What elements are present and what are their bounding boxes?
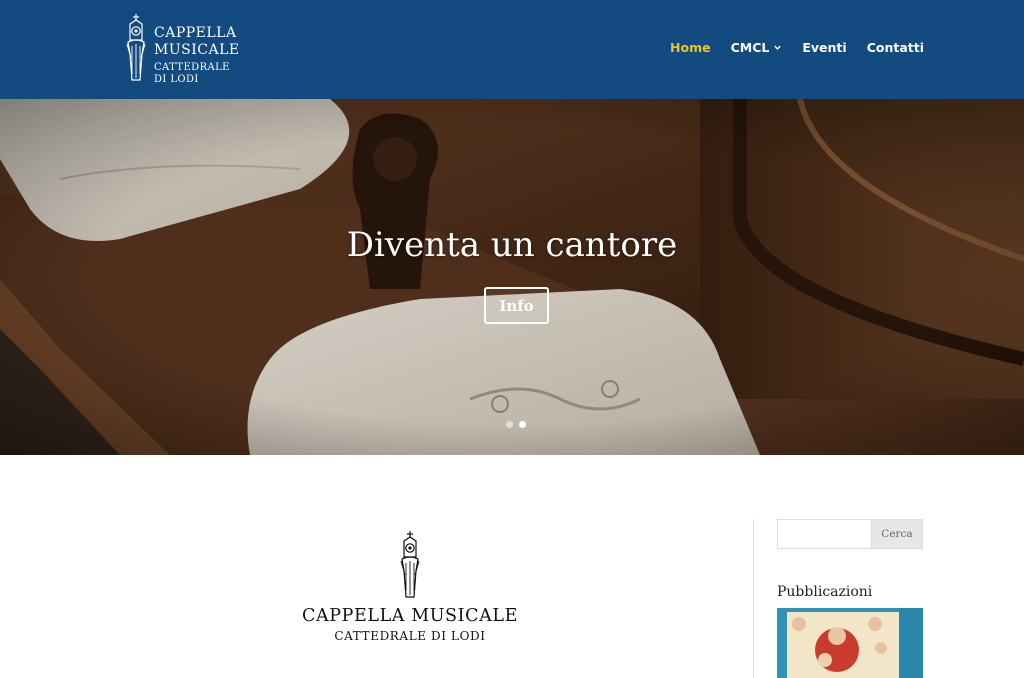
nav-item-contatti[interactable]: Contatti: [867, 40, 924, 55]
nav-item-label: CMCL: [730, 40, 770, 55]
slider-dot[interactable]: [506, 421, 513, 428]
nav-item-cmcl[interactable]: CMCL: [731, 40, 783, 55]
main-logo-subtitle: CATTEDRALE DI LODI: [334, 629, 486, 643]
hero-background-image: [0, 99, 1024, 455]
slider-dot-active[interactable]: [519, 421, 526, 428]
search-input[interactable]: [777, 519, 871, 549]
logo-text: CAPPELLA MUSICALE CATTEDRALE DI LODI: [154, 14, 240, 85]
search-form: Cerca: [777, 519, 923, 549]
sidebar-divider: [753, 519, 754, 678]
slider-pagination: [506, 421, 526, 428]
choir-emblem-icon: [400, 531, 420, 598]
main-logo: CAPPELLA MUSICALE CATTEDRALE DI LODI: [290, 530, 530, 650]
widget-title-publications: Pubblicazioni: [777, 584, 873, 600]
logo-line-1: CAPPELLA: [154, 25, 237, 41]
hero-slider: Diventa un cantore Info: [0, 99, 1024, 455]
logo-line-3: CATTEDRALE: [154, 62, 230, 73]
publication-cover-image[interactable]: [777, 608, 923, 678]
nav-item-eventi[interactable]: Eventi: [802, 40, 846, 55]
logo-line-4: DI LODI: [154, 74, 199, 85]
publication-cover-art: [777, 608, 923, 678]
chevron-down-icon: [774, 45, 782, 50]
choir-emblem-icon: [126, 14, 146, 81]
hero-title: Diventa un cantore: [346, 225, 678, 265]
info-button[interactable]: Info: [484, 287, 549, 324]
site-logo[interactable]: CAPPELLA MUSICALE CATTEDRALE DI LODI: [124, 14, 254, 86]
nav-item-label: Contatti: [866, 40, 924, 55]
site-header: CAPPELLA MUSICALE CATTEDRALE DI LODI Hom…: [0, 0, 1024, 99]
nav-item-label: Home: [670, 40, 711, 55]
search-button[interactable]: Cerca: [871, 519, 923, 549]
logo-line-2: MUSICALE: [154, 42, 240, 58]
nav-item-home[interactable]: Home: [670, 40, 711, 55]
main-logo-title: CAPPELLA MUSICALE: [302, 606, 518, 626]
nav-item-label: Eventi: [802, 40, 847, 55]
main-nav: Home CMCL Eventi Contatti: [670, 40, 924, 55]
